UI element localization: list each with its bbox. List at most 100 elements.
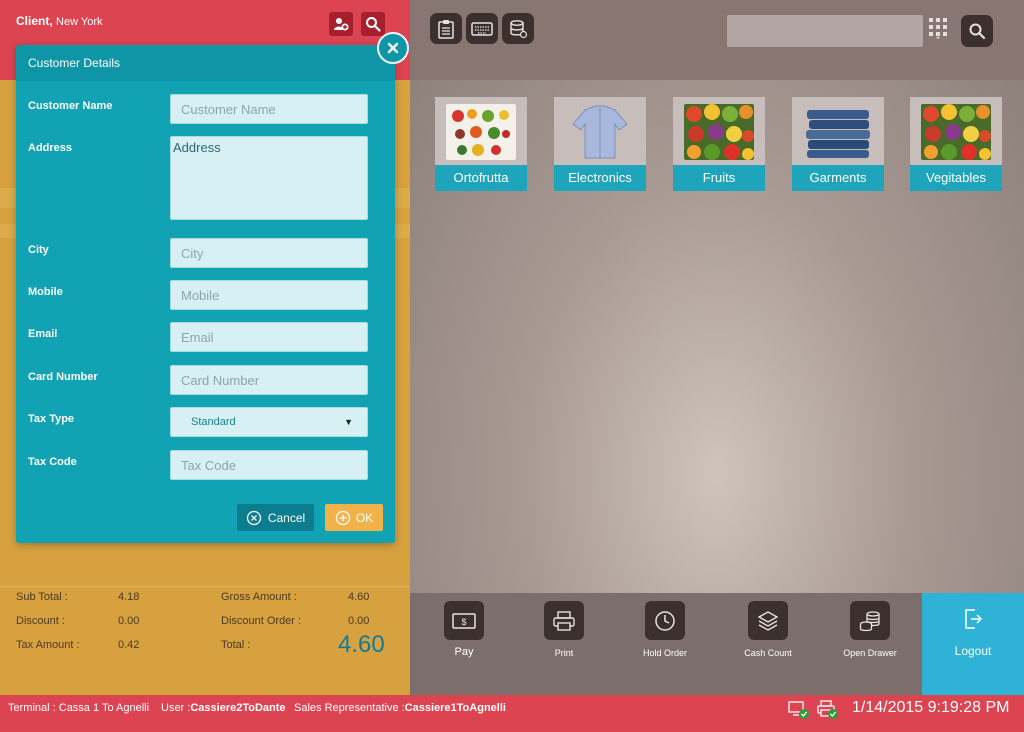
- print-label: Print: [554, 648, 574, 658]
- category-fruits[interactable]: Fruits: [673, 97, 765, 191]
- electronics-image: [565, 104, 635, 160]
- logout-button[interactable]: Logout: [922, 593, 1024, 695]
- user-value: Cassiere2ToDante: [190, 702, 286, 714]
- ortofrutta-image: [446, 104, 516, 160]
- add-customer-button[interactable]: [329, 12, 353, 36]
- pay-icon-box: $: [444, 601, 484, 640]
- ok-button[interactable]: OK: [325, 504, 383, 531]
- category-vegitables[interactable]: Vegitables: [910, 97, 1002, 191]
- discount-order-label: Discount Order :: [221, 615, 302, 627]
- cash-count-button[interactable]: Cash Count: [718, 593, 818, 695]
- category-label: Vegitables: [910, 165, 1002, 191]
- cancel-circle-icon: [246, 510, 261, 525]
- email-field[interactable]: [170, 322, 368, 352]
- add-user-icon: [334, 18, 349, 31]
- category-ortofrutta[interactable]: Ortofrutta: [435, 97, 527, 191]
- tax-type-select[interactable]: Standard ▼: [170, 407, 368, 437]
- hold-order-label: Hold Order: [642, 648, 687, 658]
- search-customer-button[interactable]: [361, 12, 385, 36]
- category-label: Ortofrutta: [435, 165, 527, 191]
- printer-icon: [553, 610, 575, 631]
- clipboard-icon: [438, 19, 454, 39]
- jeans-illustration: [806, 110, 870, 158]
- produce-illustration: [452, 109, 510, 156]
- address-field[interactable]: [170, 136, 368, 220]
- terminal-value: Cassa 1 To Agnelli: [58, 702, 150, 714]
- open-drawer-button[interactable]: Open Drawer: [820, 593, 920, 695]
- network-status-icon: [788, 701, 809, 719]
- plus-circle-icon: [335, 510, 350, 525]
- grid-view-icon[interactable]: [928, 17, 948, 39]
- gross-amount-value: 4.60: [348, 591, 370, 603]
- shirt-illustration: [572, 105, 628, 159]
- customer-name-field[interactable]: [170, 94, 368, 124]
- sales-rep-info: Sales Representative :Cassiere1ToAgnelli: [294, 702, 506, 714]
- open-drawer-icon-box: [850, 601, 890, 640]
- pay-button[interactable]: $ Pay: [414, 593, 514, 695]
- client-label: Client, New York: [16, 14, 103, 28]
- database-icon: [510, 19, 528, 38]
- fruits-illustration: [686, 104, 754, 160]
- vegitables-image: [921, 104, 991, 160]
- hold-order-icon-box: [645, 601, 685, 640]
- stack-icon: [757, 610, 779, 631]
- product-search-button[interactable]: [961, 15, 993, 47]
- sales-rep-value: Cassiere1ToAgnelli: [404, 702, 506, 714]
- client-label-title: Client,: [16, 14, 53, 28]
- tax-type-label: Tax Type: [28, 413, 75, 425]
- svg-text:$: $: [461, 617, 466, 627]
- discount-value: 0.00: [118, 615, 140, 627]
- search-icon: [366, 17, 381, 32]
- orders-list-button[interactable]: [430, 13, 462, 44]
- date-time: 1/14/2015 9:19:28 PM: [852, 699, 1010, 716]
- tax-amount-label: Tax Amount :: [16, 639, 80, 651]
- terminal-label: Terminal :: [8, 702, 59, 714]
- category-label: Fruits: [673, 165, 765, 191]
- mobile-label: Mobile: [28, 286, 63, 298]
- status-bar: Terminal : Cassa 1 To Agnelli User :Cass…: [0, 695, 1024, 732]
- keyboard-button[interactable]: [466, 13, 498, 44]
- tax-code-field[interactable]: [170, 450, 368, 480]
- card-number-field[interactable]: [170, 365, 368, 395]
- action-bar: $ Pay Print Hold Order Cash Count Open D…: [410, 593, 922, 695]
- dialog-title: Customer Details: [28, 56, 121, 70]
- product-search-input[interactable]: [727, 15, 923, 47]
- cancel-button[interactable]: Cancel: [237, 504, 314, 531]
- close-icon: [387, 42, 399, 54]
- address-label: Address: [28, 142, 73, 154]
- database-sync-button[interactable]: [502, 13, 534, 44]
- printer-status-icon: [817, 700, 838, 719]
- open-drawer-label: Open Drawer: [843, 648, 897, 658]
- category-garments[interactable]: Garments: [792, 97, 884, 191]
- fruits-image: [684, 104, 754, 160]
- tax-amount-value: 0.42: [118, 639, 140, 651]
- discount-order-value: 0.00: [348, 615, 370, 627]
- print-button[interactable]: Print: [514, 593, 614, 695]
- city-label: City: [28, 244, 49, 256]
- dialog-title-bar: Customer Details: [16, 45, 395, 81]
- close-dialog-button[interactable]: [377, 32, 409, 64]
- tax-code-label: Tax Code: [28, 456, 77, 468]
- sales-rep-label: Sales Representative :: [294, 702, 405, 714]
- product-area: [410, 0, 1024, 593]
- mobile-field[interactable]: [170, 280, 368, 310]
- terminal-info: Terminal : Cassa 1 To Agnelli: [8, 702, 149, 714]
- keyboard-icon: [471, 21, 493, 36]
- total-value: 4.60: [338, 631, 385, 658]
- hold-order-button[interactable]: Hold Order: [615, 593, 715, 695]
- category-electronics[interactable]: Electronics: [554, 97, 646, 191]
- tax-type-value: Standard: [191, 416, 236, 428]
- card-number-label: Card Number: [28, 371, 98, 383]
- garments-image: [803, 104, 873, 160]
- total-label: Total :: [221, 639, 251, 651]
- dropdown-arrow-icon: ▼: [344, 417, 353, 427]
- vegetables-illustration: [923, 104, 991, 160]
- city-field[interactable]: [170, 238, 368, 268]
- bill-icon: $: [452, 612, 476, 629]
- search-icon: [969, 23, 986, 40]
- logout-icon: [965, 609, 983, 629]
- sub-total-value: 4.18: [118, 591, 140, 603]
- user-label: User :: [161, 702, 191, 714]
- sub-total-label: Sub Total :: [16, 591, 68, 603]
- pay-label: Pay: [454, 646, 474, 658]
